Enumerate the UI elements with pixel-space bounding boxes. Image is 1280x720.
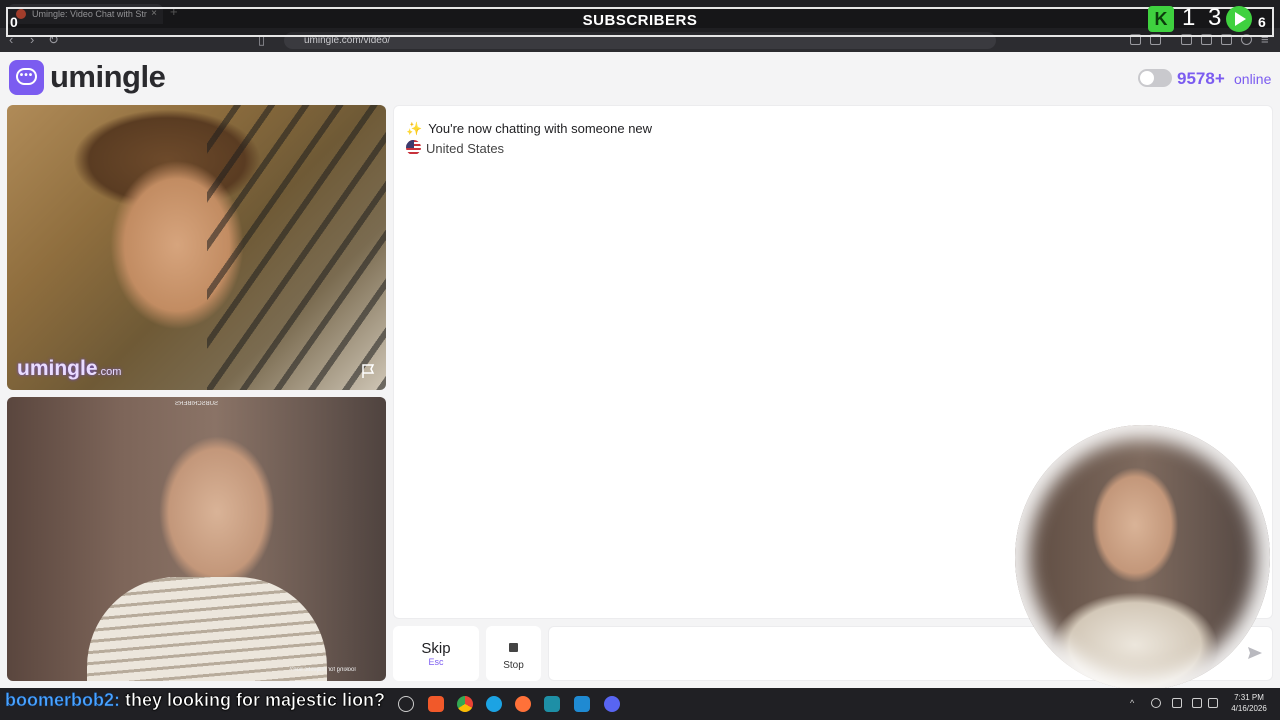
obs-icon[interactable]: [398, 696, 414, 712]
flag-icon[interactable]: [360, 363, 376, 379]
stop-icon: [509, 643, 518, 652]
app-header: ••• umingle 9578+ online: [0, 52, 1280, 104]
chat-country: United States: [406, 140, 504, 156]
stranger-video: umingle.com: [7, 105, 386, 390]
overlay-title: SUBSCRIBERS: [582, 12, 698, 29]
country-text: United States: [426, 141, 505, 156]
mirrored-overlay-title: SUBSCRIBERS: [175, 401, 219, 407]
kick-logo-icon: K: [1148, 6, 1174, 32]
stop-button[interactable]: Stop: [486, 626, 541, 681]
chat-message-text: they looking for majestic lion?: [125, 690, 386, 711]
online-label: online: [1234, 71, 1272, 87]
background-beams: [207, 105, 386, 390]
self-video: SUBSCRIBERS looking for majestic lion?: [7, 397, 386, 681]
tray-time: 7:31 PM: [1234, 693, 1264, 702]
discord-icon[interactable]: [604, 696, 620, 712]
chat-status-text: You're now chatting with someone new: [428, 121, 653, 136]
logo-text[interactable]: umingle: [50, 59, 166, 95]
skip-shortcut-hint: Esc: [428, 657, 444, 667]
watermark-text: umingle: [17, 357, 98, 380]
watermark-suffix: .com: [97, 366, 122, 378]
streamer-facecam: [1015, 425, 1270, 690]
overlay-left-count: 0: [10, 14, 18, 30]
overlay-subscriber-count: 1 3: [1182, 4, 1225, 31]
chat-bubble-logo-icon[interactable]: •••: [9, 60, 44, 95]
stop-label: Stop: [503, 660, 524, 671]
online-toggle[interactable]: [1138, 69, 1172, 87]
vscode-icon[interactable]: [574, 696, 590, 712]
tray-mic-icon[interactable]: [1172, 698, 1182, 708]
play-logo-icon: [1226, 6, 1252, 32]
overlay-right-count: 6: [1258, 14, 1266, 30]
tray-sync-icon[interactable]: [1151, 698, 1161, 708]
video-watermark: umingle.com: [17, 357, 121, 381]
us-flag-icon: [406, 140, 421, 155]
edge-icon[interactable]: [486, 696, 502, 712]
tray-volume-icon[interactable]: [1208, 698, 1218, 708]
chat-username: boomerbob2:: [5, 690, 121, 711]
firefox-icon[interactable]: [515, 696, 531, 712]
stream-chat-overlay: boomerbob2: they looking for majestic li…: [5, 690, 386, 711]
tray-network-icon[interactable]: [1192, 698, 1202, 708]
skip-label: Skip: [421, 640, 451, 657]
mirrored-caption: looking for majestic lion?: [290, 667, 356, 673]
tray-date: 4/16/2026: [1231, 704, 1267, 713]
striped-shirt: [87, 577, 327, 681]
online-count: 9578+: [1177, 69, 1225, 88]
brave-browser-icon[interactable]: [428, 696, 444, 712]
chrome-icon[interactable]: [457, 696, 473, 712]
skip-button[interactable]: Skip Esc: [393, 626, 479, 681]
send-icon[interactable]: [1247, 645, 1263, 661]
sparkle-icon: ✨: [406, 121, 423, 136]
tray-chevron-icon[interactable]: ^: [1130, 698, 1140, 708]
tray-clock[interactable]: 7:31 PM 4/16/2026: [1226, 692, 1272, 714]
chat-status-message: ✨ You're now chatting with someone new: [406, 121, 652, 137]
arduino-icon[interactable]: [544, 696, 560, 712]
